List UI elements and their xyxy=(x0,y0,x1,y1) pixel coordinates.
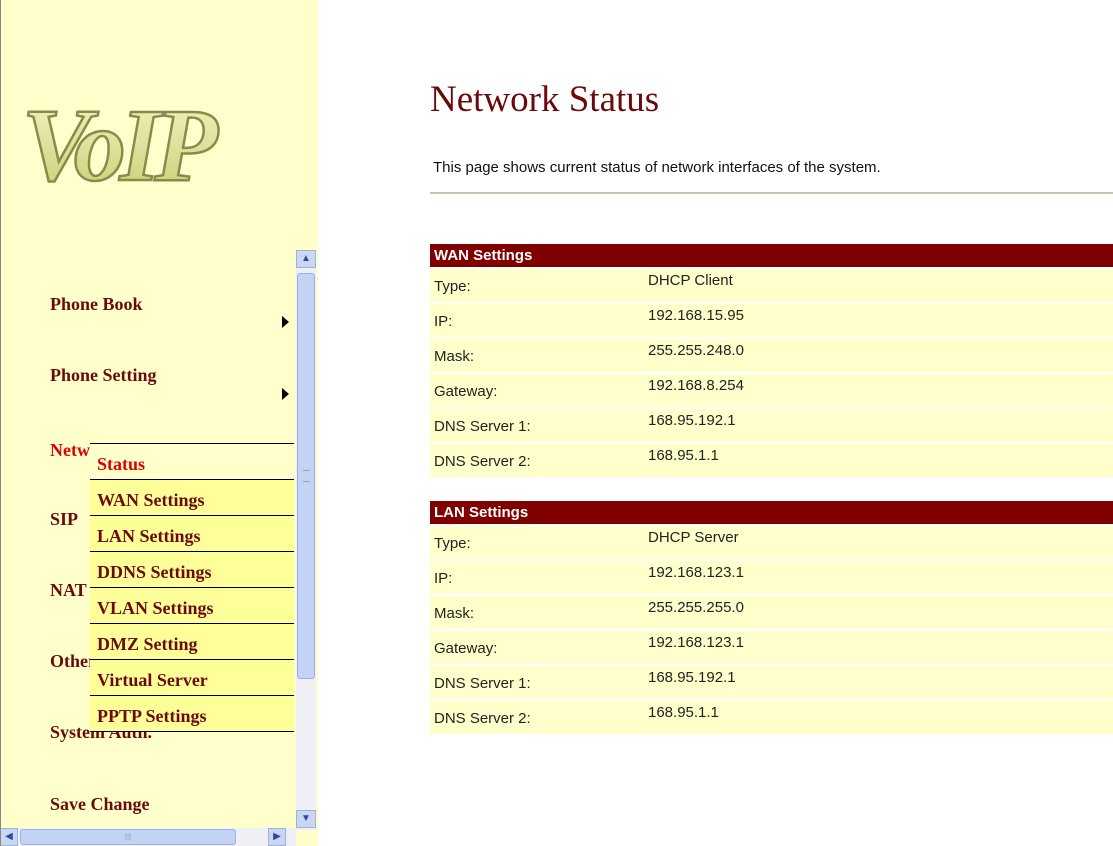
scroll-down-icon[interactable]: ▼ xyxy=(296,810,316,828)
row-value: DHCP Server xyxy=(620,526,1113,559)
submenu-item-lan-settings[interactable]: LAN Settings xyxy=(90,516,294,552)
table-row: Type: DHCP Server xyxy=(430,526,1113,559)
wan-settings-header: WAN Settings xyxy=(430,244,1113,267)
vertical-scrollbar[interactable]: ▲ ▼ xyxy=(296,250,316,830)
row-label: Mask: xyxy=(430,596,620,629)
table-row: DNS Server 1: 168.95.192.1 xyxy=(430,666,1113,699)
submenu-item-status[interactable]: Status xyxy=(90,444,294,480)
lan-settings-table: LAN Settings Type: DHCP Server IP: 192.168… xyxy=(430,499,1113,736)
submenu-item-pptp-settings[interactable]: PPTP Settings xyxy=(90,696,294,732)
sidebar-item-save-change[interactable]: Save Change xyxy=(50,794,150,815)
row-label: IP: xyxy=(430,304,620,337)
network-submenu: Status WAN Settings LAN Settings DDNS Se… xyxy=(90,443,294,732)
horizontal-scroll-thumb[interactable]: ||| xyxy=(20,829,236,845)
row-value: 255.255.248.0 xyxy=(620,339,1113,372)
table-row: Mask: 255.255.248.0 xyxy=(430,339,1113,372)
sidebar-item-phone-setting[interactable]: Phone Setting xyxy=(50,365,157,386)
row-label: DNS Server 1: xyxy=(430,409,620,442)
row-label: DNS Server 1: xyxy=(430,666,620,699)
row-value: 255.255.255.0 xyxy=(620,596,1113,629)
scroll-up-icon[interactable]: ▲ xyxy=(296,250,316,268)
row-value: 192.168.8.254 xyxy=(620,374,1113,407)
frame-border xyxy=(0,0,1,846)
sidebar-item-sip[interactable]: SIP xyxy=(50,509,78,530)
row-label: Mask: xyxy=(430,339,620,372)
page-title: Network Status xyxy=(430,79,660,120)
row-value: DHCP Client xyxy=(620,269,1113,302)
scroll-right-icon[interactable]: ▶ xyxy=(268,828,286,846)
row-label: Gateway: xyxy=(430,374,620,407)
row-label: Type: xyxy=(430,269,620,302)
table-row: IP: 192.168.15.95 xyxy=(430,304,1113,337)
scroll-left-icon[interactable]: ◀ xyxy=(0,828,18,846)
submenu-item-vlan-settings[interactable]: VLAN Settings xyxy=(90,588,294,624)
submenu-arrow-icon xyxy=(282,316,289,328)
submenu-item-virtual-server[interactable]: Virtual Server xyxy=(90,660,294,696)
row-label: DNS Server 2: xyxy=(430,444,620,477)
table-row: DNS Server 1: 168.95.192.1 xyxy=(430,409,1113,442)
row-value: 168.95.1.1 xyxy=(620,444,1113,477)
row-value: 192.168.15.95 xyxy=(620,304,1113,337)
vertical-scroll-thumb[interactable] xyxy=(297,273,315,679)
divider xyxy=(430,192,1113,194)
row-label: IP: xyxy=(430,561,620,594)
wan-settings-table: WAN Settings Type: DHCP Client IP: 192.168… xyxy=(430,242,1113,479)
table-row: Gateway: 192.168.123.1 xyxy=(430,631,1113,664)
row-label: Gateway: xyxy=(430,631,620,664)
table-row: Type: DHCP Client xyxy=(430,269,1113,302)
row-value: 168.95.192.1 xyxy=(620,409,1113,442)
voip-logo: VoIP xyxy=(21,87,227,205)
row-label: DNS Server 2: xyxy=(430,701,620,734)
horizontal-scrollbar[interactable]: ◀ ||| ▶ xyxy=(0,828,296,846)
table-row: DNS Server 2: 168.95.1.1 xyxy=(430,701,1113,734)
submenu-item-wan-settings[interactable]: WAN Settings xyxy=(90,480,294,516)
row-value: 192.168.123.1 xyxy=(620,561,1113,594)
submenu-item-ddns-settings[interactable]: DDNS Settings xyxy=(90,552,294,588)
row-value: 192.168.123.1 xyxy=(620,631,1113,664)
lan-settings-header: LAN Settings xyxy=(430,501,1113,524)
table-row: DNS Server 2: 168.95.1.1 xyxy=(430,444,1113,477)
grip-icon xyxy=(303,470,310,482)
table-row: Mask: 255.255.255.0 xyxy=(430,596,1113,629)
row-value: 168.95.1.1 xyxy=(620,701,1113,734)
row-value: 168.95.192.1 xyxy=(620,666,1113,699)
table-row: Gateway: 192.168.8.254 xyxy=(430,374,1113,407)
table-row: IP: 192.168.123.1 xyxy=(430,561,1113,594)
page-description: This page shows current status of networ… xyxy=(433,159,881,176)
submenu-item-dmz-setting[interactable]: DMZ Setting xyxy=(90,624,294,660)
sidebar-item-nat[interactable]: NAT xyxy=(50,580,87,601)
svg-text:VoIP: VoIP xyxy=(22,88,219,203)
row-label: Type: xyxy=(430,526,620,559)
submenu-arrow-icon xyxy=(282,388,289,400)
sidebar-item-phone-book[interactable]: Phone Book xyxy=(50,294,143,315)
